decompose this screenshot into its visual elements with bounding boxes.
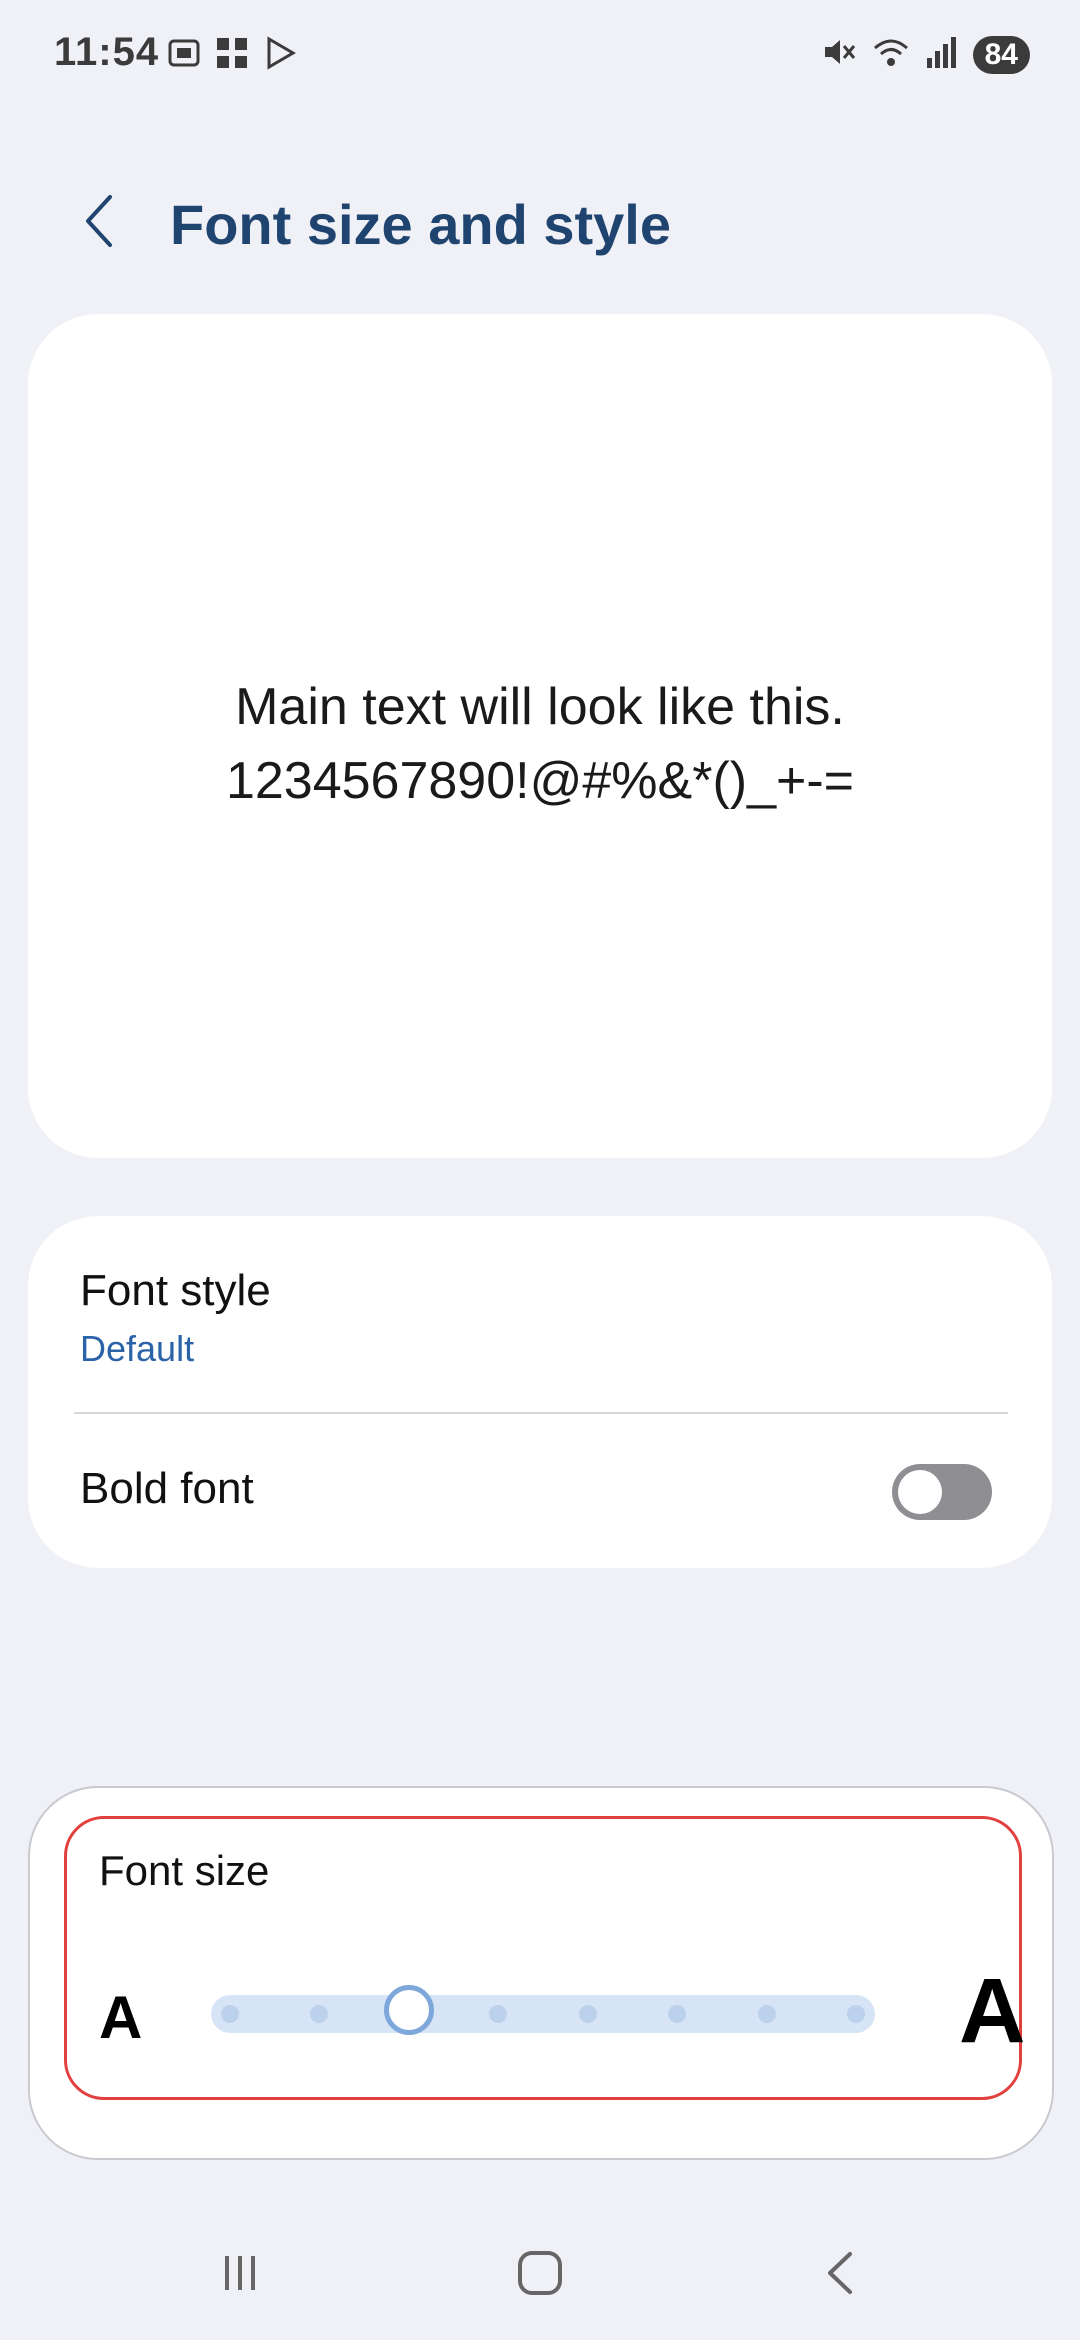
font-style-row[interactable]: Font style Default: [28, 1216, 1052, 1412]
signal-icon: [925, 34, 959, 75]
slider-thumb[interactable]: [383, 1985, 434, 2035]
preview-line-2: 1234567890!@#%&*()_+-=: [225, 752, 855, 810]
battery-indicator: 84: [972, 35, 1030, 74]
preview-line-1: Main text will look like this.: [235, 678, 845, 736]
font-size-slider[interactable]: [211, 1985, 875, 2035]
qr-grid-icon: [213, 34, 251, 77]
slider-step-dot[interactable]: [578, 2005, 597, 2023]
nav-back-button[interactable]: [800, 2240, 880, 2310]
slider-step-dot[interactable]: [668, 2005, 687, 2023]
home-icon: [515, 2248, 565, 2303]
font-size-section: Font size A A: [64, 1816, 1026, 2100]
font-style-label: Font style: [80, 1266, 271, 1315]
font-preview-card: Main text will look like this. 123456789…: [28, 314, 1052, 1158]
status-time: 11:54: [54, 30, 160, 74]
wifi-icon: [871, 34, 911, 75]
slider-step-dot[interactable]: [221, 2005, 239, 2023]
mute-icon: [821, 34, 857, 75]
header: Font size and style: [0, 170, 1080, 280]
bold-font-label: Bold font: [80, 1464, 254, 1513]
chevron-left-icon: [80, 191, 120, 256]
home-button[interactable]: [500, 2240, 580, 2310]
screenshot-icon: [165, 34, 203, 77]
slider-step-dot[interactable]: [310, 2005, 329, 2023]
preview-text: Main text will look like this. 123456789…: [28, 670, 1052, 818]
page-title: Font size and style: [170, 193, 671, 256]
recents-button[interactable]: [200, 2240, 280, 2310]
status-icons-right: 84: [821, 34, 1030, 75]
status-icons-left: [165, 34, 299, 77]
toggle-knob: [898, 1470, 942, 1514]
font-size-label: Font size: [99, 1847, 270, 1894]
play-store-icon: [261, 34, 299, 77]
back-icon: [815, 2248, 865, 2303]
settings-card: Font style Default Bold font: [28, 1216, 1052, 1568]
font-size-card: Font size A A: [28, 1786, 1054, 2160]
font-style-value: Default: [80, 1328, 195, 1369]
back-button[interactable]: [70, 188, 130, 258]
small-font-glyph: A: [99, 1984, 143, 2051]
bold-font-row[interactable]: Bold font: [28, 1414, 1052, 1568]
slider-step-dot[interactable]: [847, 2005, 865, 2023]
slider-step-dot[interactable]: [757, 2005, 776, 2023]
large-font-glyph: A: [959, 1960, 1026, 2062]
bold-font-toggle[interactable]: [892, 1464, 992, 1520]
navigation-bar: [0, 2210, 1080, 2340]
status-bar: 11:54 84: [0, 0, 1080, 110]
recents-icon: [215, 2248, 265, 2303]
slider-step-dot[interactable]: [489, 2005, 508, 2023]
